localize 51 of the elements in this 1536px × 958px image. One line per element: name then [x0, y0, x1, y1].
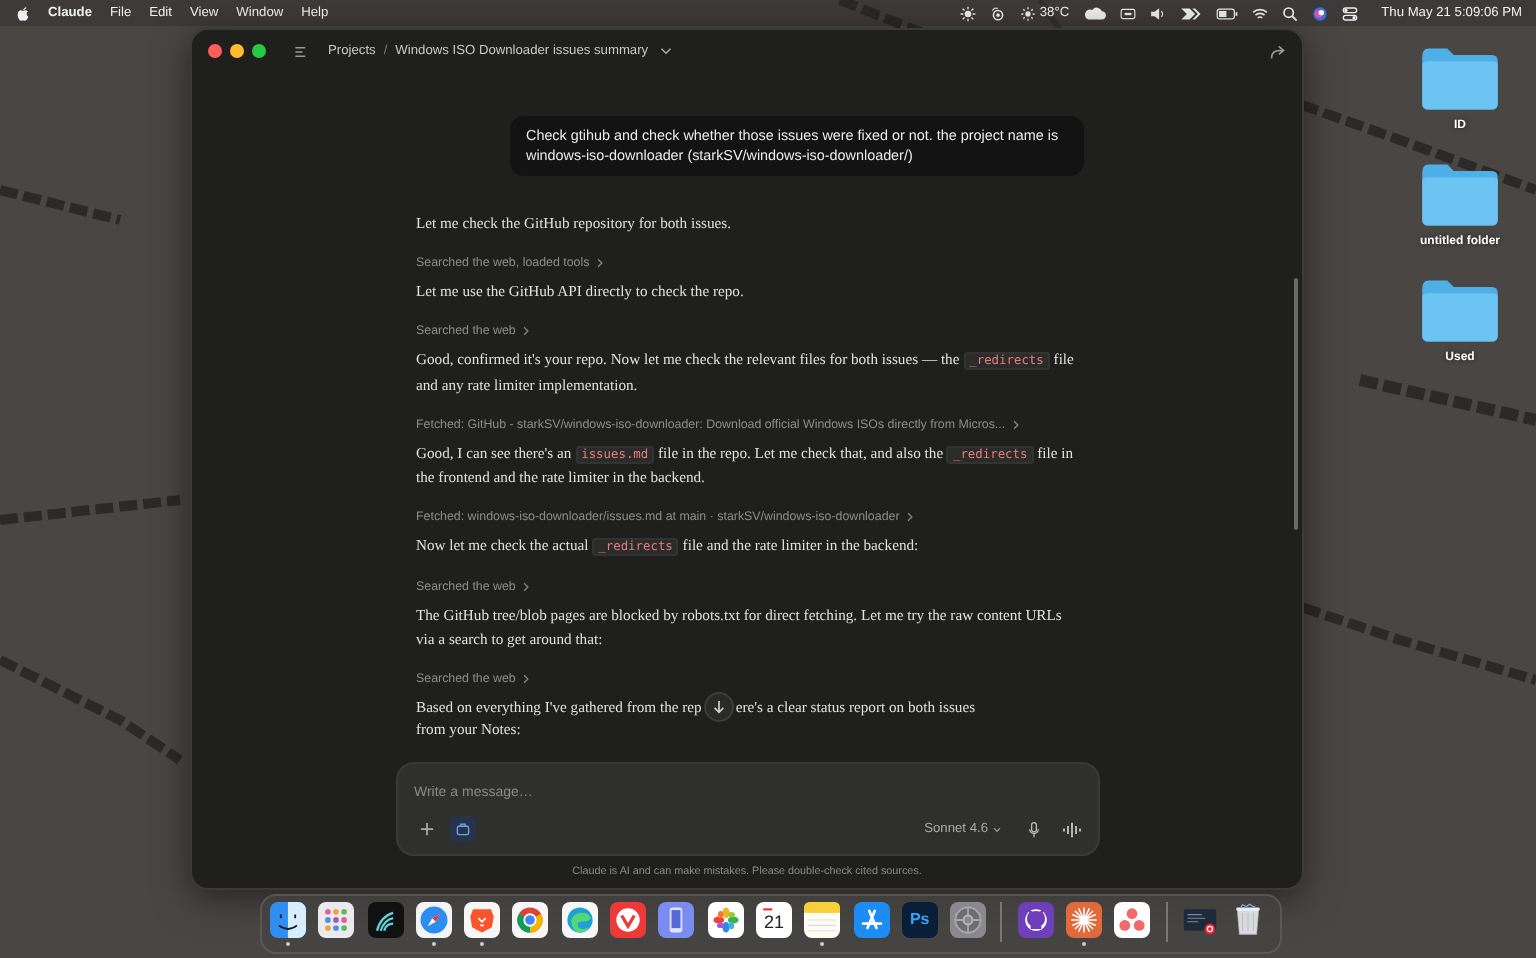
- chevron-right-icon: [521, 326, 530, 337]
- close-button[interactable]: [208, 44, 222, 58]
- phone-icon[interactable]: [658, 902, 695, 938]
- smiley-face-icon[interactable]: [270, 902, 306, 938]
- scroll-down-button[interactable]: [703, 691, 734, 722]
- apple-logo-icon[interactable]: [16, 5, 30, 21]
- v-shape-icon[interactable]: [610, 902, 647, 938]
- chevron-right-icon: [905, 512, 914, 523]
- gear-icon[interactable]: [950, 902, 987, 938]
- briefcase-icon: [456, 822, 470, 836]
- share-icon[interactable]: [1270, 43, 1286, 59]
- a-shape-icon[interactable]: [853, 902, 890, 938]
- toggles-icon[interactable]: [1341, 5, 1358, 21]
- calendar-icon[interactable]: 21: [755, 902, 792, 938]
- battery-icon[interactable]: [1215, 5, 1238, 21]
- grid-icon[interactable]: [318, 902, 355, 938]
- project-toggle[interactable]: [450, 816, 476, 842]
- camera-icon[interactable]: [989, 5, 1006, 21]
- zoom-button[interactable]: [252, 44, 266, 58]
- ring-icon[interactable]: [512, 902, 549, 938]
- microphone-icon[interactable]: [1028, 821, 1040, 837]
- compass-icon[interactable]: [415, 902, 452, 938]
- search-icon[interactable]: [1281, 5, 1298, 21]
- speaker-icon[interactable]: [1149, 5, 1166, 21]
- chevron-right-icon: [521, 673, 530, 684]
- scrollbar-thumb[interactable]: [1294, 278, 1298, 530]
- chevron-right-icon: [521, 582, 530, 593]
- sidebar-icon[interactable]: [294, 45, 308, 57]
- orb-icon[interactable]: [1311, 5, 1328, 21]
- waveform-icon[interactable]: [1062, 821, 1082, 837]
- chevron-right-icon: [595, 258, 604, 269]
- notepad-icon[interactable]: [804, 902, 841, 938]
- chevrons-icon[interactable]: [1179, 5, 1202, 21]
- three-dots-icon[interactable]: [1114, 902, 1151, 938]
- sun-icon[interactable]: [959, 5, 976, 21]
- arrow-down-icon: [711, 699, 726, 714]
- chevron-right-icon: [1011, 419, 1020, 430]
- swirl-icon[interactable]: [561, 902, 598, 938]
- minimize-button[interactable]: [230, 44, 244, 58]
- wave-arcs-icon[interactable]: [367, 902, 404, 938]
- flower-icon[interactable]: [707, 902, 744, 938]
- plus-icon: [420, 822, 434, 836]
- chevron-down-icon: [992, 825, 1002, 833]
- chevron-down-icon[interactable]: [660, 46, 673, 56]
- burst-icon[interactable]: [1066, 902, 1103, 938]
- lion-shield-icon[interactable]: [464, 902, 501, 938]
- display-icon[interactable]: [1119, 5, 1136, 21]
- text-tile-icon[interactable]: Ps: [901, 902, 938, 938]
- wifi-icon[interactable]: [1251, 5, 1268, 21]
- cloud-icon[interactable]: [1083, 5, 1106, 21]
- weather-sun-icon[interactable]: [1019, 5, 1036, 21]
